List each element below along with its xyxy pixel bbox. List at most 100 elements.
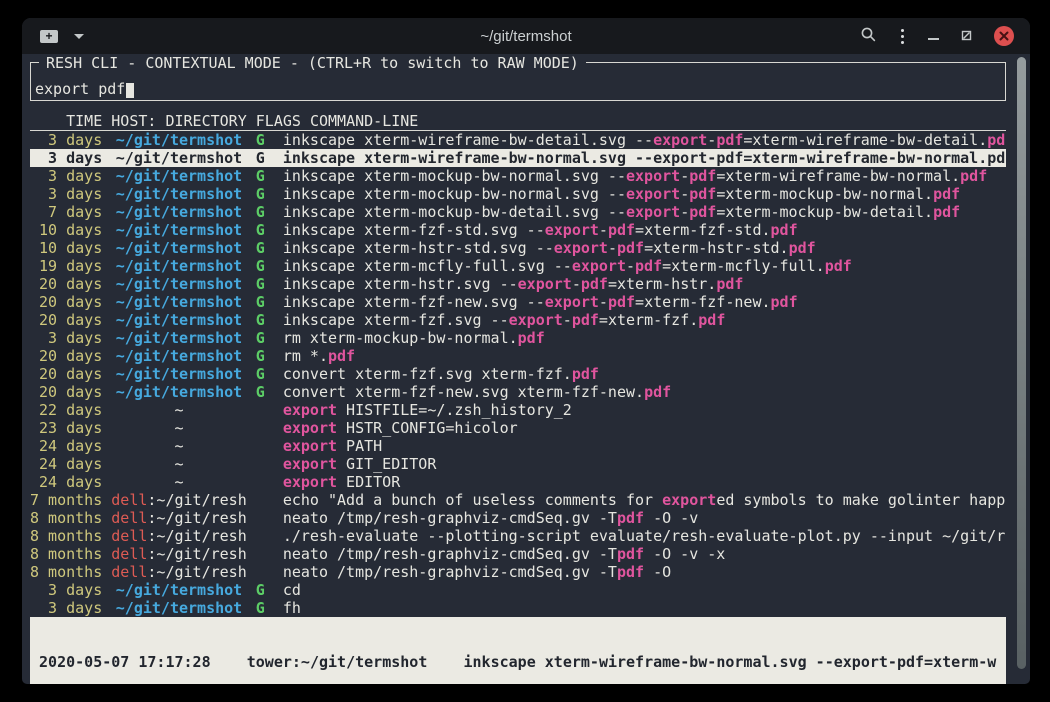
- row-command: inkscape xterm-hstr.svg --export-pdf=xte…: [283, 275, 744, 293]
- row-command: inkscape xterm-fzf-new.svg --export-pdf=…: [283, 293, 798, 311]
- row-flag: G: [256, 257, 265, 275]
- table-row[interactable]: 19 days ~/git/termshot G inkscape xterm-…: [30, 257, 1006, 275]
- row-command: cd: [283, 581, 301, 599]
- row-hostdir: ~/git/termshot: [111, 329, 246, 347]
- minimize-icon[interactable]: [928, 38, 939, 40]
- row-hostdir: ~/git/termshot: [111, 131, 246, 149]
- row-time: 8 months: [30, 545, 102, 563]
- table-row[interactable]: 24 days ~ export EDITOR: [30, 473, 1006, 491]
- table-row[interactable]: 3 days ~/git/termshot G rm xterm-mockup-…: [30, 329, 1006, 347]
- row-command: neato /tmp/resh-graphviz-cmdSeq.gv -Tpdf…: [283, 509, 698, 527]
- row-directory: ~: [174, 437, 183, 455]
- search-query-text: export pdf: [35, 80, 125, 98]
- titlebar[interactable]: + ~/git/termshot: [22, 18, 1030, 54]
- table-row[interactable]: 8 months dell:~/git/resh neato /tmp/resh…: [30, 563, 1006, 581]
- row-time: 24 days: [30, 455, 102, 473]
- window-title: ~/git/termshot: [480, 18, 571, 54]
- row-host: dell: [111, 545, 147, 563]
- row-flag: G: [256, 599, 265, 617]
- status-bar: 2020-05-07 17:17:28 tower:~/git/termshot…: [30, 617, 1006, 684]
- search-input[interactable]: export pdf: [35, 80, 134, 98]
- table-row[interactable]: 10 days ~/git/termshot G inkscape xterm-…: [30, 221, 1006, 239]
- table-row[interactable]: 20 days ~/git/termshot G convert xterm-f…: [30, 365, 1006, 383]
- table-header: TIME HOST: DIRECTORY FLAGS COMMAND-LINE: [30, 112, 1006, 131]
- row-command: neato /tmp/resh-graphviz-cmdSeq.gv -Tpdf…: [283, 545, 726, 563]
- row-hostdir: ~/git/termshot: [111, 347, 246, 365]
- table-row[interactable]: 20 days ~/git/termshot G inkscape xterm-…: [30, 311, 1006, 329]
- row-hostdir: ~/git/termshot: [111, 239, 246, 257]
- row-hostdir: ~/git/termshot: [111, 365, 246, 383]
- close-icon[interactable]: [994, 26, 1014, 46]
- row-flag: [256, 437, 265, 455]
- row-time: 24 days: [30, 473, 102, 491]
- row-hostdir: ~/git/termshot: [111, 149, 246, 167]
- row-directory: ~/git/termshot: [116, 311, 242, 329]
- table-row[interactable]: 3 days ~/git/termshot G inkscape xterm-m…: [30, 167, 1006, 185]
- row-hostdir: ~: [111, 401, 246, 419]
- search-box-title: RESH CLI - CONTEXTUAL MODE - (CTRL+R to …: [39, 54, 586, 72]
- table-row[interactable]: 22 days ~ export HISTFILE=~/.zsh_history…: [30, 401, 1006, 419]
- row-directory: ~/git/termshot: [116, 329, 242, 347]
- table-row[interactable]: 3 days ~/git/termshot G inkscape xterm-m…: [30, 185, 1006, 203]
- table-row[interactable]: 24 days ~ export PATH: [30, 437, 1006, 455]
- row-directory: :~/git/resh: [147, 491, 246, 509]
- row-directory: ~/git/termshot: [116, 167, 242, 185]
- row-time: 8 months: [30, 563, 102, 581]
- row-time: 20 days: [30, 347, 102, 365]
- row-directory: ~/git/termshot: [116, 221, 242, 239]
- table-row[interactable]: 8 months dell:~/git/resh ./resh-evaluate…: [30, 527, 1006, 545]
- row-time: 8 months: [30, 527, 102, 545]
- row-flag: G: [256, 185, 265, 203]
- row-directory: ~/git/termshot: [116, 257, 242, 275]
- row-hostdir: ~/git/termshot: [111, 293, 246, 311]
- row-command: inkscape xterm-hstr-std.svg --export-pdf…: [283, 239, 816, 257]
- row-hostdir: ~: [111, 455, 246, 473]
- row-directory: ~: [174, 419, 183, 437]
- table-row[interactable]: 3 days ~/git/termshot G fh: [30, 599, 1006, 617]
- table-row[interactable]: 23 days ~ export HSTR_CONFIG=hicolor: [30, 419, 1006, 437]
- search-box[interactable]: RESH CLI - CONTEXTUAL MODE - (CTRL+R to …: [30, 62, 1006, 101]
- text-cursor: [126, 83, 134, 98]
- row-host: dell: [111, 509, 147, 527]
- row-command: inkscape xterm-mockup-bw-normal.svg --ex…: [283, 167, 987, 185]
- row-time: 22 days: [30, 401, 102, 419]
- table-row[interactable]: 24 days ~ export GIT_EDITOR: [30, 455, 1006, 473]
- table-row[interactable]: 3 days ~/git/termshot G inkscape xterm-w…: [30, 149, 1006, 167]
- table-row[interactable]: 3 days ~/git/termshot G inkscape xterm-w…: [30, 131, 1006, 149]
- row-directory: :~/git/resh: [147, 545, 246, 563]
- table-row[interactable]: 7 days ~/git/termshot G inkscape xterm-m…: [30, 203, 1006, 221]
- row-time: 8 months: [30, 509, 102, 527]
- row-time: 3 days: [30, 329, 102, 347]
- history-rows: 3 days ~/git/termshot G inkscape xterm-w…: [30, 131, 1006, 617]
- row-hostdir: ~/git/termshot: [111, 203, 246, 221]
- chevron-down-icon[interactable]: [74, 34, 84, 39]
- row-hostdir: dell:~/git/resh: [111, 509, 246, 527]
- search-icon[interactable]: [860, 26, 877, 47]
- row-hostdir: ~/git/termshot: [111, 221, 246, 239]
- kebab-menu-icon[interactable]: [898, 29, 907, 44]
- row-time: 20 days: [30, 293, 102, 311]
- row-time: 3 days: [30, 599, 102, 617]
- new-tab-icon[interactable]: +: [40, 30, 58, 43]
- table-row[interactable]: 20 days ~/git/termshot G inkscape xterm-…: [30, 275, 1006, 293]
- row-directory: :~/git/resh: [147, 563, 246, 581]
- row-host: dell: [111, 527, 147, 545]
- restore-icon[interactable]: [960, 27, 973, 46]
- scrollbar[interactable]: [1017, 57, 1026, 669]
- row-flag: G: [256, 311, 265, 329]
- table-row[interactable]: 7 months dell:~/git/resh echo "Add a bun…: [30, 491, 1006, 509]
- row-time: 7 months: [30, 491, 102, 509]
- table-row[interactable]: 8 months dell:~/git/resh neato /tmp/resh…: [30, 509, 1006, 527]
- row-hostdir: ~/git/termshot: [111, 167, 246, 185]
- table-row[interactable]: 8 months dell:~/git/resh neato /tmp/resh…: [30, 545, 1006, 563]
- table-row[interactable]: 3 days ~/git/termshot G cd: [30, 581, 1006, 599]
- table-row[interactable]: 20 days ~/git/termshot G rm *.pdf: [30, 347, 1006, 365]
- table-row[interactable]: 10 days ~/git/termshot G inkscape xterm-…: [30, 239, 1006, 257]
- table-row[interactable]: 20 days ~/git/termshot G convert xterm-f…: [30, 383, 1006, 401]
- row-directory: ~: [174, 473, 183, 491]
- table-row[interactable]: 20 days ~/git/termshot G inkscape xterm-…: [30, 293, 1006, 311]
- row-time: 3 days: [30, 185, 102, 203]
- row-directory: ~/git/termshot: [116, 365, 242, 383]
- row-time: 3 days: [30, 149, 102, 167]
- row-command: export GIT_EDITOR: [283, 455, 437, 473]
